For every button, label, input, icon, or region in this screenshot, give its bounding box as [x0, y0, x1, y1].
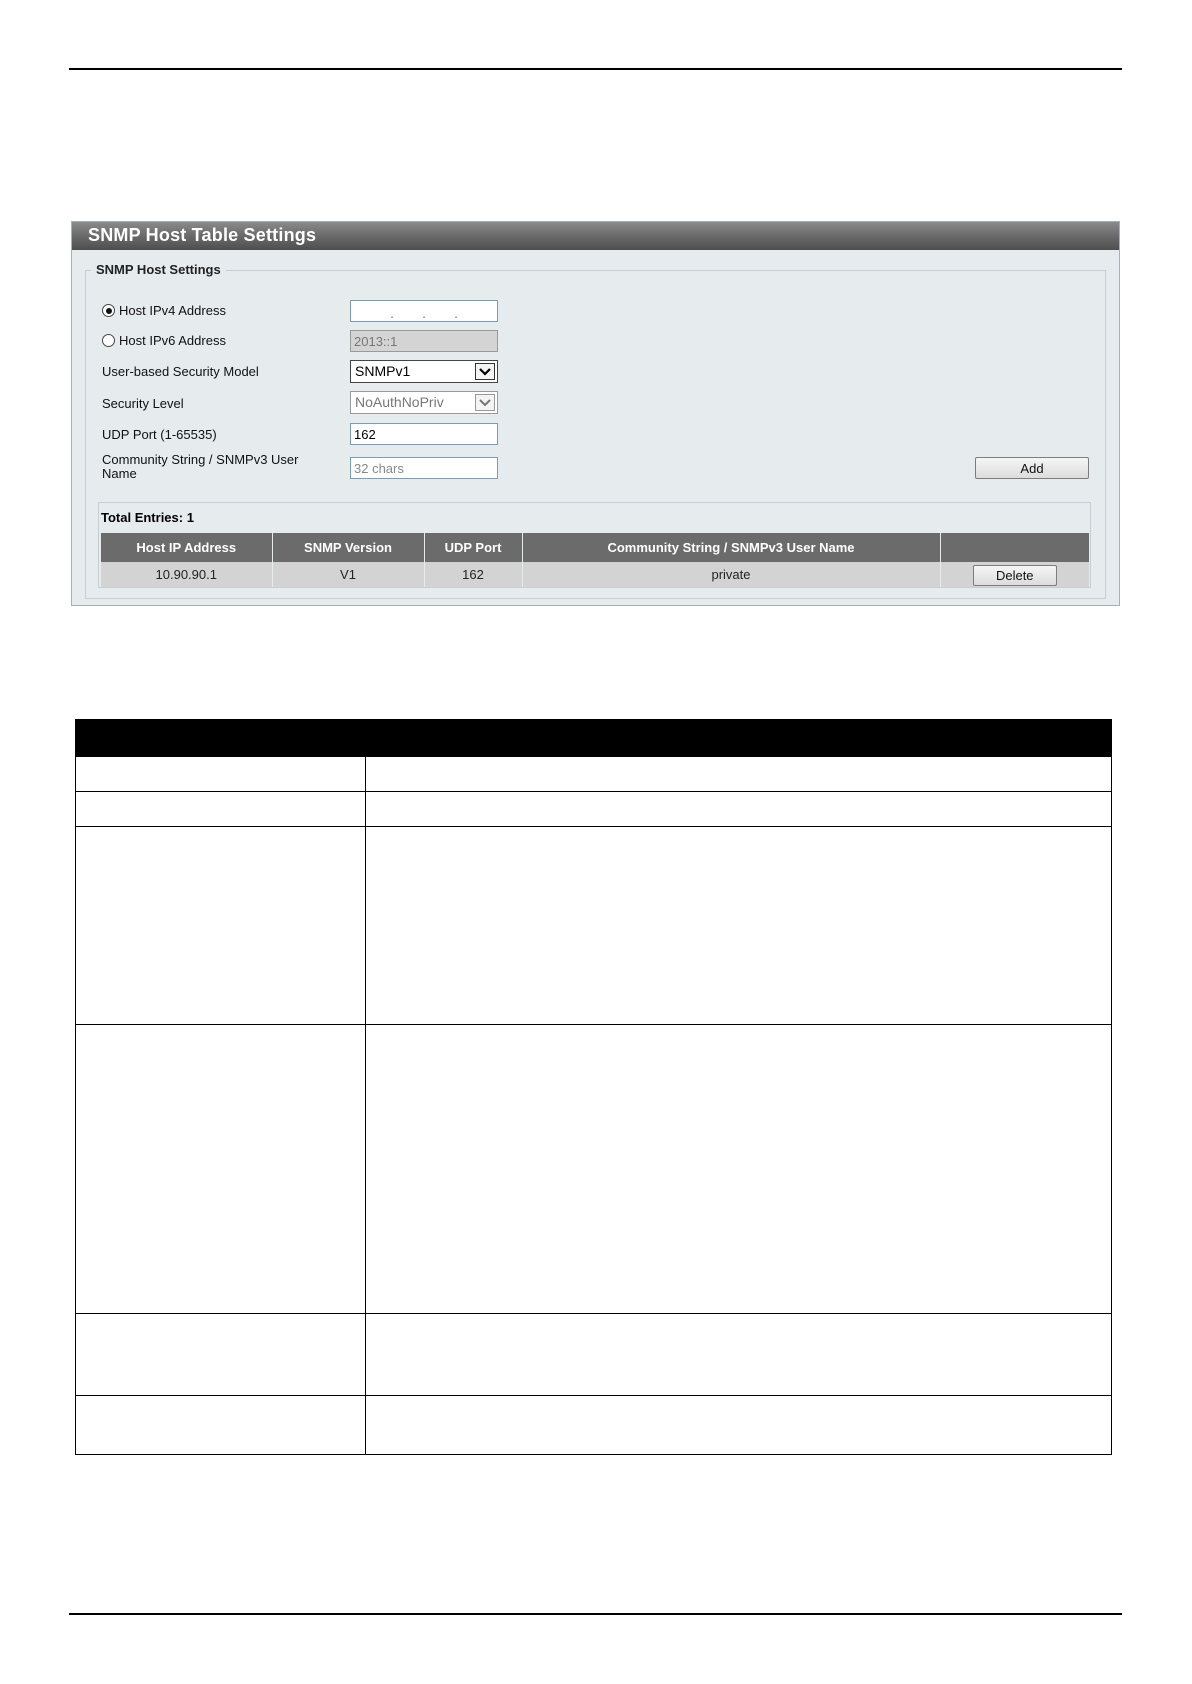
doc-header-parameter — [75, 719, 366, 757]
community-string-input[interactable]: 32 chars — [350, 457, 498, 479]
col-community: Community String / SNMPv3 User Name — [522, 533, 941, 562]
footer-rule — [69, 1613, 1122, 1615]
add-button[interactable]: Add — [975, 457, 1089, 479]
security-model-label: User-based Security Model — [102, 364, 259, 379]
cell-snmp-version: V1 — [272, 562, 425, 587]
cell-community: private — [522, 562, 941, 587]
ipv4-radio-row[interactable]: Host IPv4 Address — [102, 303, 226, 318]
community-label: Community String / SNMPv3 User Name — [102, 453, 299, 481]
total-entries: Total Entries: 1 — [101, 510, 194, 525]
group-legend: SNMP Host Settings — [91, 262, 226, 277]
security-model-value: SNMPv1 — [355, 363, 411, 379]
table-row — [75, 1024, 1112, 1314]
ipv4-label: Host IPv4 Address — [119, 303, 226, 318]
col-action — [940, 533, 1089, 562]
delete-button[interactable]: Delete — [972, 564, 1057, 586]
table-row — [75, 1395, 1112, 1455]
table-row — [75, 791, 1112, 827]
ipv4-separator: . — [454, 306, 458, 321]
description-table — [75, 719, 1112, 1455]
ipv4-separator: . — [422, 306, 426, 321]
udp-port-label: UDP Port (1-65535) — [102, 427, 217, 442]
ipv4-address-input[interactable]: . . . — [350, 300, 498, 322]
ipv6-label: Host IPv6 Address — [119, 333, 226, 348]
doc-header-description — [365, 719, 1112, 757]
cell-action: Delete — [940, 562, 1089, 587]
udp-port-input[interactable]: 162 — [350, 423, 498, 445]
table-row: 10.90.90.1 V1 162 private Delete — [101, 562, 1089, 587]
chevron-down-icon[interactable] — [475, 363, 495, 380]
cell-udp-port: 162 — [424, 562, 523, 587]
security-level-label: Security Level — [102, 396, 184, 411]
security-level-value: NoAuthNoPriv — [355, 394, 444, 410]
cell-host-ip: 10.90.90.1 — [101, 562, 273, 587]
col-host-ip: Host IP Address — [101, 533, 273, 562]
ipv6-radio-row[interactable]: Host IPv6 Address — [102, 333, 226, 348]
community-label-line1: Community String / SNMPv3 User — [102, 452, 299, 467]
security-level-select[interactable]: NoAuthNoPriv — [350, 391, 498, 414]
community-label-line2: Name — [102, 466, 137, 481]
security-model-select[interactable]: SNMPv1 — [350, 360, 498, 383]
col-snmp-version: SNMP Version — [272, 533, 425, 562]
col-udp-port: UDP Port — [424, 533, 523, 562]
header-rule — [69, 68, 1122, 70]
panel-title: SNMP Host Table Settings — [72, 222, 1119, 250]
ipv6-radio-icon[interactable] — [102, 334, 115, 347]
ipv4-separator: . — [390, 306, 394, 321]
chevron-down-icon[interactable] — [475, 394, 495, 411]
table-row — [75, 756, 1112, 792]
table-row — [75, 826, 1112, 1025]
ipv6-address-input[interactable]: 2013::1 — [350, 330, 498, 352]
ipv4-radio-icon[interactable] — [102, 304, 115, 317]
table-row — [75, 1313, 1112, 1396]
snmp-host-table: Host IP Address SNMP Version UDP Port Co… — [101, 533, 1089, 587]
